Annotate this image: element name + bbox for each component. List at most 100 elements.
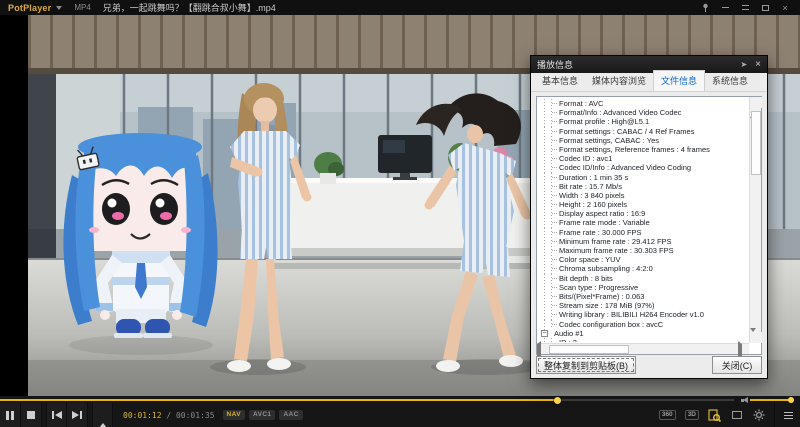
- pause-button[interactable]: [0, 403, 21, 427]
- tree-row[interactable]: Bit depth : 8 bits: [540, 273, 747, 283]
- tree-row[interactable]: − Audio #1: [540, 328, 747, 338]
- tree-row[interactable]: Writing library : BILIBILI H264 Encoder …: [540, 310, 747, 320]
- vr-360-button[interactable]: 360: [658, 409, 676, 421]
- next-icon: [72, 411, 82, 419]
- tree-row[interactable]: Codec ID : avc1: [540, 154, 747, 164]
- close-button[interactable]: ×: [780, 3, 790, 13]
- menu-button[interactable]: [774, 403, 793, 427]
- tree-row[interactable]: Codec configuration box : avcC: [540, 319, 747, 329]
- pin-button[interactable]: [700, 3, 710, 13]
- tree-row-text: Format : AVC: [559, 99, 604, 108]
- tree-row[interactable]: Format profile : High@L5.1: [540, 117, 747, 127]
- scroll-left-icon[interactable]: [537, 341, 548, 364]
- tree-row[interactable]: Format settings, CABAC : Yes: [540, 135, 747, 145]
- tree-row[interactable]: Stream size : 178 MiB (97%): [540, 301, 747, 311]
- tree-row-text: Format/Info : Advanced Video Codec: [559, 108, 682, 118]
- tree-row[interactable]: Display aspect ratio : 16:9: [540, 209, 747, 219]
- tree-row[interactable]: Codec ID/Info : Advanced Video Coding: [540, 163, 747, 173]
- screen-button[interactable]: [730, 409, 743, 422]
- minimize-icon: [721, 7, 729, 8]
- vertical-scroll-thumb[interactable]: [751, 111, 761, 175]
- tree-row-text: ID : 2: [559, 338, 577, 342]
- 3d-button[interactable]: 3D: [684, 409, 699, 421]
- tree-row-text: Codec ID : avc1: [559, 154, 613, 164]
- tab-1[interactable]: 媒体内容浏览: [585, 71, 653, 91]
- tree-row[interactable]: Bits/(Pixel*Frame) : 0.063: [540, 291, 747, 302]
- tree-row[interactable]: Maximum frame rate : 30.303 FPS: [540, 246, 747, 256]
- next-button[interactable]: [67, 403, 88, 427]
- tree-row-text: Scan type : Progressive: [559, 282, 639, 292]
- tree-row-text: Chroma subsampling : 4:2:0: [559, 264, 653, 274]
- scroll-right-icon[interactable]: [738, 341, 749, 364]
- tree-row[interactable]: Height : 2 160 pixels: [540, 200, 747, 210]
- buttons-row: 00:01:12 / 00:01:35 NAV AVC1 AAC 360 3D: [0, 403, 800, 427]
- tree-row[interactable]: Bit rate : 15.7 Mb/s: [540, 181, 747, 191]
- scroll-down-icon[interactable]: [750, 328, 762, 349]
- vertical-scrollbar[interactable]: [749, 97, 762, 349]
- badge-avc1[interactable]: AVC1: [248, 409, 276, 421]
- tree-row[interactable]: Duration : 1 min 35 s: [540, 172, 747, 182]
- tree-row-text: Codec configuration box : avcC: [559, 319, 664, 329]
- open-file-button[interactable]: [92, 403, 113, 427]
- right-buttons: 360 3D: [658, 403, 800, 427]
- tab-2[interactable]: 文件信息: [653, 70, 706, 91]
- gear-icon: [753, 409, 764, 421]
- window-controls: ×: [700, 3, 800, 13]
- app-logo[interactable]: PotPlayer: [8, 3, 51, 13]
- chevron-down-icon[interactable]: [56, 5, 63, 10]
- horizontal-scroll-thumb[interactable]: [549, 345, 629, 354]
- tree-row[interactable]: Format/Info : Advanced Video Codec: [540, 108, 747, 118]
- settings-button[interactable]: [752, 409, 765, 422]
- dialog-tabs: 基本信息 媒体内容浏览 文件信息 系统信息: [531, 70, 767, 92]
- tree-row[interactable]: Frame rate mode : Variable: [540, 218, 747, 228]
- badge-nav[interactable]: NAV: [222, 409, 245, 421]
- tree-row[interactable]: ID : 2: [540, 337, 747, 342]
- tab-0[interactable]: 基本信息: [535, 71, 585, 91]
- tab-3[interactable]: 系统信息: [705, 71, 755, 91]
- pause-icon: [6, 410, 14, 420]
- tree-row-text: Maximum frame rate : 30.303 FPS: [559, 246, 674, 255]
- tree-row[interactable]: Frame rate : 30.000 FPS: [540, 227, 747, 237]
- double-bar-icon: [741, 5, 749, 10]
- tree-row[interactable]: Format : AVC: [540, 99, 747, 109]
- collapse-icon[interactable]: −: [541, 329, 548, 337]
- potplayer-window: PotPlayer MP4 兄弟，一起跳舞吗？【翻跳合叔小舞】.mp4 × 播放…: [0, 0, 800, 427]
- tree-row-text: Format settings, Reference frames : 4 fr…: [559, 144, 710, 154]
- tree-row-text: Format profile : High@L5.1: [559, 117, 650, 127]
- tree-row-text: Bits/(Pixel*Frame) : 0.063: [559, 291, 645, 301]
- minimize-button[interactable]: [720, 3, 730, 13]
- tree-row[interactable]: Scan type : Progressive: [540, 282, 747, 292]
- tree-row-text: Format settings : CABAC / 4 Ref Frames: [559, 126, 695, 136]
- tree-row[interactable]: Width : 3 840 pixels: [540, 190, 747, 201]
- copy-to-clipboard-button[interactable]: 整体复制到剪贴板(B): [536, 356, 636, 374]
- tree-row[interactable]: Minimum frame rate : 29.412 FPS: [540, 236, 747, 246]
- tree-row[interactable]: Chroma subsampling : 4:2:0: [540, 264, 747, 274]
- detach-icon[interactable]: ➤: [740, 60, 747, 69]
- dialog-title: 播放信息: [537, 60, 574, 70]
- playback-info-dialog: 播放信息 ➤ × 基本信息 媒体内容浏览 文件信息 系统信息 Format : AVC…: [530, 55, 768, 379]
- maximize-button[interactable]: [760, 3, 770, 13]
- close-dialog-button[interactable]: 关闭(C): [712, 356, 762, 374]
- boss-button[interactable]: [740, 3, 750, 13]
- previous-button[interactable]: [46, 403, 67, 427]
- dialog-content: Format : AVC Format/Info : Advanced Video…: [536, 96, 762, 364]
- tree-row-text: Writing library : BILIBILI H264 Encoder …: [559, 310, 704, 320]
- tree-row-text: Minimum frame rate : 29.412 FPS: [559, 236, 672, 246]
- badge-aac[interactable]: AAC: [279, 409, 303, 421]
- volume-slider[interactable]: [750, 397, 794, 403]
- scroll-up-icon[interactable]: [750, 97, 762, 118]
- tree-row-text: Color space : YUV: [559, 255, 621, 265]
- tree-row[interactable]: Color space : YUV: [540, 255, 747, 265]
- mascot-figure: [63, 133, 218, 355]
- pin-icon: [702, 3, 708, 12]
- maximize-icon: [761, 4, 769, 11]
- horizontal-scrollbar[interactable]: [537, 341, 749, 364]
- dialog-close-button[interactable]: ×: [755, 59, 761, 70]
- playback-info-button[interactable]: [708, 408, 721, 422]
- stop-button[interactable]: [21, 403, 42, 427]
- time-display[interactable]: 00:01:12 / 00:01:35: [123, 411, 215, 420]
- tree-row[interactable]: Format settings : CABAC / 4 Ref Frames: [540, 126, 747, 136]
- tree-row-text: Display aspect ratio : 16:9: [559, 209, 646, 219]
- seek-bar[interactable]: [0, 397, 734, 404]
- tree-row[interactable]: Format settings, Reference frames : 4 fr…: [540, 144, 747, 155]
